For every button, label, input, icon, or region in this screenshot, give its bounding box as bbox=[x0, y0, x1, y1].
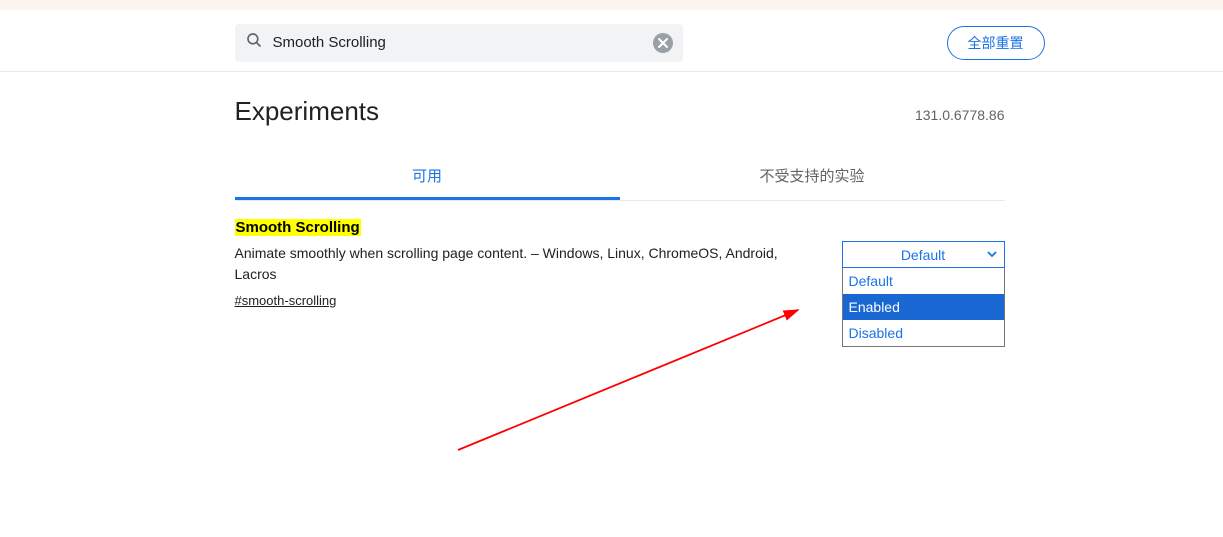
version-label: 131.0.6778.86 bbox=[915, 107, 1005, 123]
dropdown-option-default[interactable]: Default bbox=[843, 268, 1004, 294]
toolbar: 全部重置 bbox=[0, 10, 1223, 72]
page-content: Experiments 131.0.6778.86 可用 不受支持的实验 Smo… bbox=[235, 72, 1005, 310]
experiment-description: Animate smoothly when scrolling page con… bbox=[235, 243, 795, 285]
highlight-match: Smooth Scrolling bbox=[235, 219, 361, 236]
page-title: Experiments bbox=[235, 96, 380, 127]
search-icon bbox=[245, 31, 263, 54]
search-input[interactable] bbox=[273, 34, 643, 51]
tab-available[interactable]: 可用 bbox=[235, 157, 620, 200]
annotation-arrow bbox=[428, 300, 828, 480]
top-strip bbox=[0, 0, 1223, 10]
experiment-hash-link[interactable]: #smooth-scrolling bbox=[235, 293, 337, 308]
dropdown-selected-label: Default bbox=[901, 247, 945, 263]
dropdown-option-disabled[interactable]: Disabled bbox=[843, 320, 1004, 346]
search-box[interactable] bbox=[235, 24, 683, 62]
chevron-down-icon bbox=[986, 247, 998, 263]
experiment-row: Smooth Scrolling Animate smoothly when s… bbox=[235, 201, 1005, 310]
experiment-title: Smooth Scrolling bbox=[235, 219, 822, 237]
reset-all-button[interactable]: 全部重置 bbox=[947, 26, 1045, 60]
tab-unavailable[interactable]: 不受支持的实验 bbox=[620, 157, 1005, 200]
clear-search-icon[interactable] bbox=[653, 33, 673, 53]
tabs: 可用 不受支持的实验 bbox=[235, 157, 1005, 201]
experiment-dropdown[interactable]: Default bbox=[842, 241, 1005, 268]
dropdown-option-enabled[interactable]: Enabled bbox=[843, 294, 1004, 320]
dropdown-list: Default Enabled Disabled bbox=[842, 268, 1005, 347]
